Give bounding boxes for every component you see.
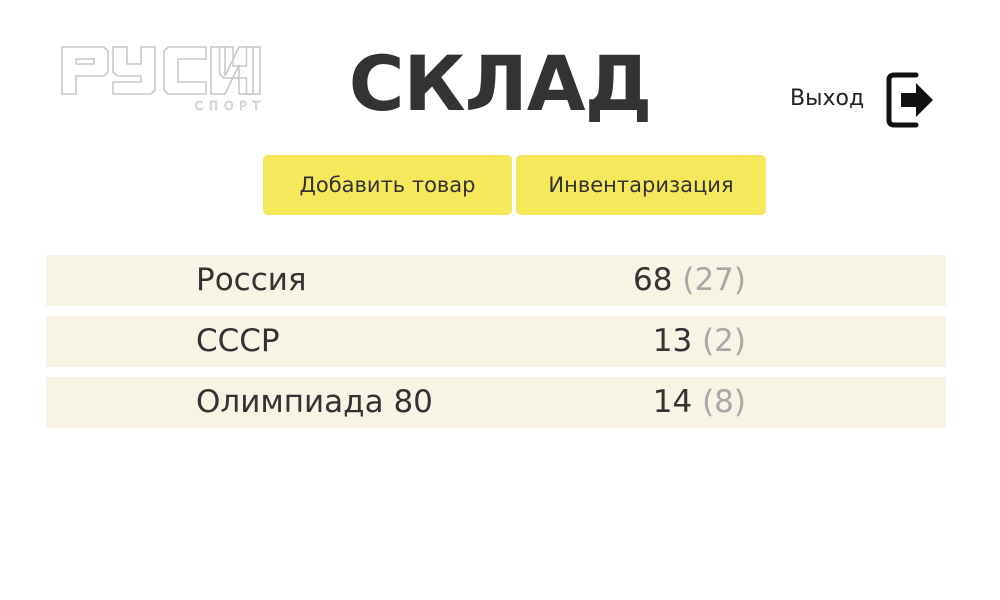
warehouse-page: СПОРТ СКЛАД Выход Добавить товар Инвента… [0, 0, 1000, 600]
inventory-button[interactable]: Инвентаризация [516, 155, 766, 215]
logout-icon[interactable] [886, 69, 936, 131]
item-reserved: (8) [702, 384, 746, 420]
item-quantity: 14 [652, 384, 693, 420]
item-name: СССР [196, 323, 280, 359]
logo-subtitle: СПОРТ [195, 99, 266, 113]
item-reserved: (2) [702, 323, 746, 359]
toolbar: Добавить товар Инвентаризация [263, 155, 766, 215]
item-quantity: 68 [633, 262, 673, 298]
item-count: 14 (8) [653, 377, 746, 428]
list-item[interactable]: Россия 68 (27) [46, 255, 946, 306]
item-reserved: (27) [682, 262, 746, 298]
item-count: 13 (2) [653, 316, 746, 367]
logout-label: Выход [790, 85, 865, 111]
page-title: СКЛАД [348, 39, 653, 128]
item-count: 68 (27) [633, 255, 746, 306]
logout-button[interactable]: Выход [790, 66, 936, 134]
list-item[interactable]: Олимпиада 80 14 (8) [46, 377, 946, 428]
item-quantity: 13 [652, 323, 693, 359]
product-list: Россия 68 (27) СССР 13 (2) Олимпиада 80 … [46, 255, 946, 438]
list-item[interactable]: СССР 13 (2) [46, 316, 946, 367]
item-name: Олимпиада 80 [196, 384, 433, 420]
rusich-sport-logo[interactable]: СПОРТ [60, 44, 268, 116]
item-name: Россия [196, 262, 307, 298]
add-product-button[interactable]: Добавить товар [263, 155, 512, 215]
